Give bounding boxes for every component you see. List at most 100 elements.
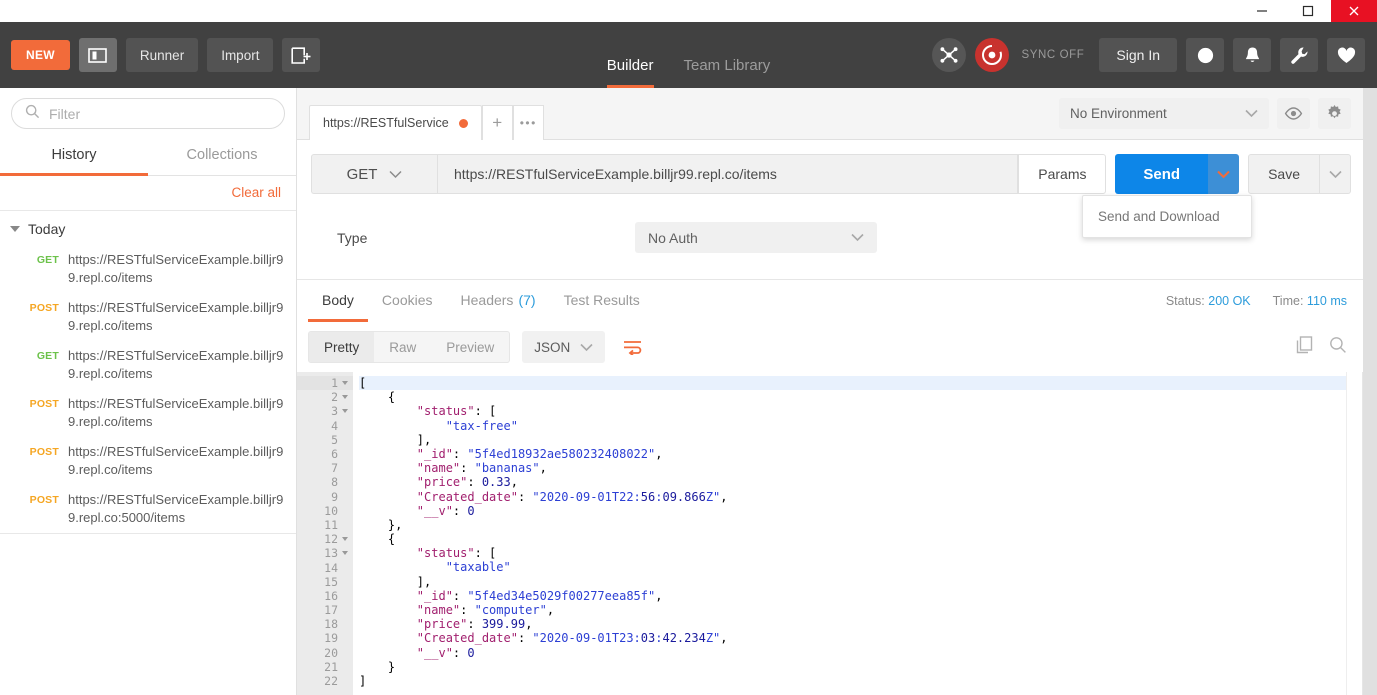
copy-icon[interactable]: [1296, 335, 1313, 359]
response-tab-cookies[interactable]: Cookies: [368, 280, 447, 322]
search-input[interactable]: Filter: [11, 98, 285, 129]
line-number: 8: [331, 475, 338, 490]
send-options-button[interactable]: [1208, 154, 1240, 194]
interceptor-icon[interactable]: [932, 38, 967, 72]
history-item[interactable]: POST https://RESTfulServiceExample.billjr…: [0, 293, 296, 341]
response-body-editor[interactable]: 1 2 3 4 5 6 7 8 9 10 11 12 13 14 15 16 17 18 19 20 21 22 [ { …: [297, 372, 1363, 695]
gutter-line: 3: [297, 404, 353, 418]
gutter-line: 1: [297, 376, 353, 391]
params-button[interactable]: Params: [1018, 154, 1107, 194]
minimize-icon[interactable]: [1239, 0, 1285, 22]
eye-icon[interactable]: [1277, 98, 1310, 129]
code-line: ]: [359, 673, 367, 688]
maximize-icon[interactable]: [1285, 0, 1331, 22]
http-method-value: GET: [346, 165, 378, 183]
line-number: 17: [324, 603, 338, 618]
view-mode-pretty[interactable]: Pretty: [309, 332, 375, 362]
new-button[interactable]: NEW: [11, 40, 70, 70]
sync-icon[interactable]: [975, 38, 1010, 72]
tab-builder[interactable]: Builder: [606, 57, 654, 88]
plus-icon[interactable]: +: [481, 105, 513, 140]
send-dropdown-menu: Send and Download: [1082, 195, 1252, 238]
request-tab[interactable]: https://RESTfulService: [309, 105, 482, 140]
fold-toggle-icon[interactable]: [342, 395, 348, 400]
editor-code[interactable]: [ { "status": [ "tax-free" ], "_id": "5f…: [353, 372, 1346, 695]
view-mode-raw[interactable]: Raw: [374, 332, 431, 362]
save-button[interactable]: Save: [1248, 154, 1320, 194]
save-options-button[interactable]: [1320, 154, 1351, 194]
request-tabstrip: https://RESTfulService + •••: [297, 88, 544, 140]
sidebar-toggle-icon[interactable]: [78, 38, 117, 72]
editor-scrollbar[interactable]: [1346, 372, 1362, 695]
send-and-download-item[interactable]: Send and Download: [1083, 205, 1251, 228]
sidebar-tab-history[interactable]: History: [0, 138, 148, 176]
auth-type-select[interactable]: No Auth: [635, 222, 877, 253]
response-format-select[interactable]: JSON: [522, 331, 606, 363]
auth-type-value: No Auth: [648, 229, 698, 246]
app-scrollbar[interactable]: [1363, 88, 1377, 695]
gutter-line: 7: [297, 461, 353, 475]
history-item[interactable]: GET https://RESTfulServiceExample.billjr9…: [0, 341, 296, 389]
line-number: 5: [331, 432, 338, 447]
line-number: 9: [331, 489, 338, 504]
gear-icon[interactable]: [1318, 98, 1351, 129]
history-item[interactable]: POST https://RESTfulServiceExample.billjr…: [0, 485, 296, 533]
fold-toggle-icon[interactable]: [342, 551, 348, 556]
line-number: 19: [324, 631, 338, 646]
new-window-icon[interactable]: [282, 38, 321, 72]
globe-icon[interactable]: [1186, 38, 1224, 72]
wrench-icon[interactable]: [1280, 38, 1318, 72]
history-item[interactable]: POST https://RESTfulServiceExample.billjr…: [0, 437, 296, 485]
send-button[interactable]: Send: [1115, 154, 1209, 194]
close-icon[interactable]: [1331, 0, 1377, 22]
import-button[interactable]: Import: [207, 38, 274, 72]
response-tab-label: Headers: [460, 291, 514, 308]
gutter-line: 11: [297, 518, 353, 532]
history-item-method: POST: [29, 302, 59, 314]
fold-toggle-icon[interactable]: [342, 381, 348, 386]
history-group-today[interactable]: Today: [0, 211, 296, 245]
response-tab-test-results[interactable]: Test Results: [550, 280, 654, 322]
search-icon[interactable]: [1329, 336, 1347, 359]
request-tab-label: https://RESTfulService: [323, 116, 449, 130]
code-line: ],: [359, 432, 432, 447]
sign-in-button[interactable]: Sign In: [1099, 38, 1177, 72]
response-tab-body[interactable]: Body: [308, 280, 368, 322]
line-number: 1: [331, 376, 338, 391]
code-line: "tax-free": [445, 418, 518, 433]
gutter-line: 8: [297, 475, 353, 489]
history-item-url: https://RESTfulServiceExample.billjr99.r…: [68, 300, 284, 333]
editor-gutter: 1 2 3 4 5 6 7 8 9 10 11 12 13 14 15 16 17 18 19 20 21 22: [297, 372, 353, 695]
ellipsis-icon[interactable]: •••: [512, 105, 544, 140]
response-tab-headers[interactable]: Headers (7): [447, 280, 550, 322]
view-mode-preview[interactable]: Preview: [431, 332, 509, 362]
status-badge: Status: 200 OK: [1165, 294, 1251, 308]
chevron-down-icon: [1245, 109, 1258, 118]
word-wrap-icon[interactable]: [617, 331, 647, 363]
auth-type-label: Type: [337, 229, 368, 246]
heart-icon[interactable]: [1327, 38, 1365, 72]
time-badge: Time: 110 ms: [1272, 294, 1347, 308]
code-line: ],: [359, 574, 432, 589]
fold-toggle-icon[interactable]: [342, 537, 348, 542]
history-item-method: POST: [29, 446, 59, 458]
sidebar-tab-collections[interactable]: Collections: [148, 138, 296, 176]
url-input[interactable]: https://RESTfulServiceExample.billjr99.r…: [437, 154, 1019, 194]
line-number: 6: [331, 447, 338, 462]
history-item[interactable]: GET https://RESTfulServiceExample.billjr9…: [0, 245, 296, 293]
runner-button[interactable]: Runner: [125, 38, 199, 72]
code-line: "name": "computer",: [416, 603, 555, 617]
chevron-down-icon: [1328, 170, 1342, 178]
environment-select[interactable]: No Environment: [1059, 98, 1269, 129]
bell-icon[interactable]: [1233, 38, 1271, 72]
chevron-down-icon: [10, 226, 20, 232]
window-title-bar: [0, 0, 1377, 22]
line-number: 3: [331, 404, 338, 419]
tab-team-library[interactable]: Team Library: [684, 57, 771, 88]
code-line: },: [359, 517, 403, 532]
fold-toggle-icon[interactable]: [342, 409, 348, 414]
url-value: https://RESTfulServiceExample.billjr99.r…: [454, 166, 777, 182]
history-item[interactable]: POST https://RESTfulServiceExample.billjr…: [0, 389, 296, 437]
http-method-select[interactable]: GET: [311, 154, 437, 194]
clear-all-button[interactable]: Clear all: [231, 185, 281, 200]
